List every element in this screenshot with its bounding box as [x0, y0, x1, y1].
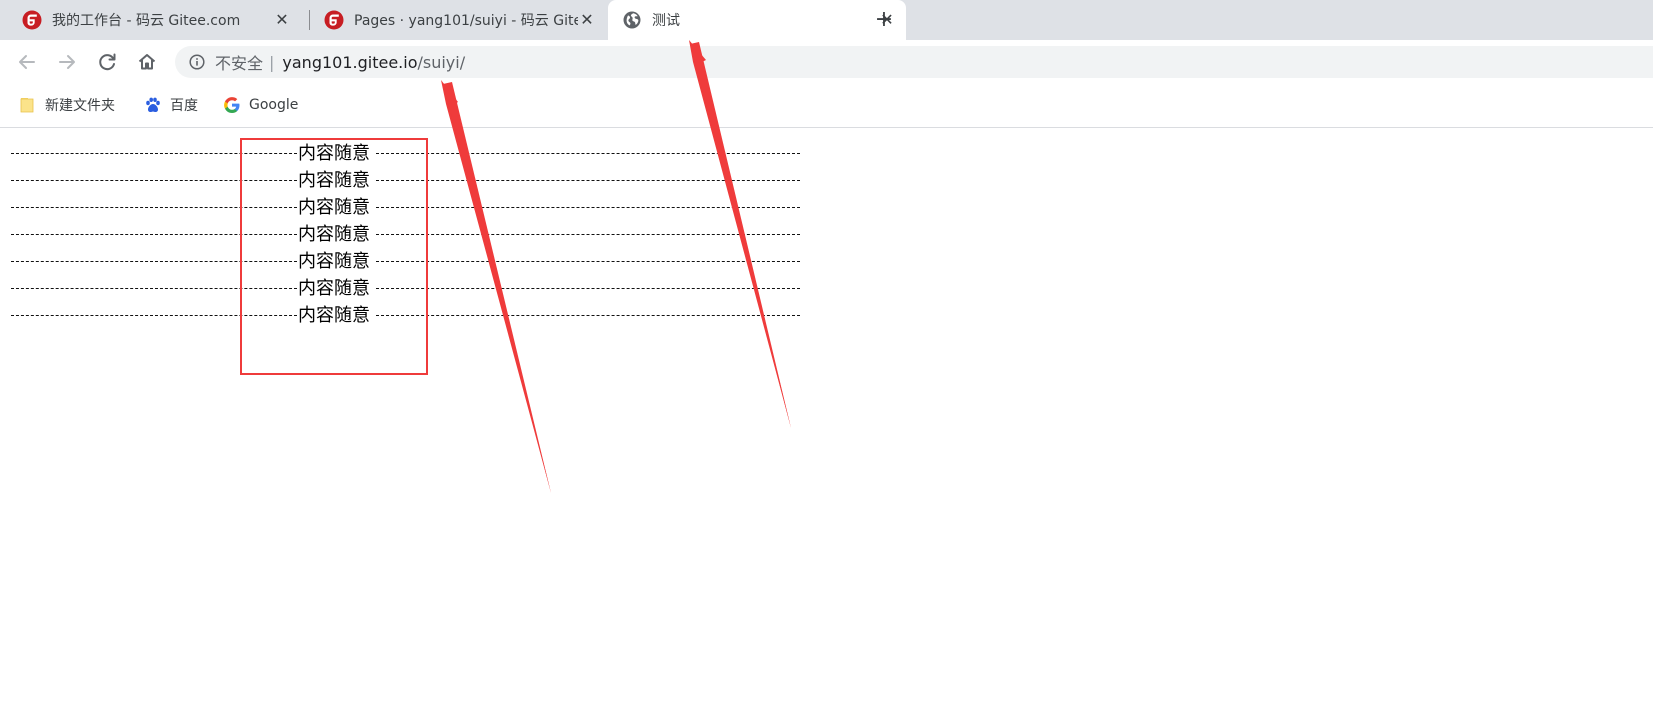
annotation-arrow-to-tab-shaft — [690, 42, 791, 428]
annotation-arrows — [441, 40, 791, 493]
annotation-arrow-to-url — [441, 80, 551, 493]
annotation-arrow-to-url-shaft — [443, 82, 551, 493]
